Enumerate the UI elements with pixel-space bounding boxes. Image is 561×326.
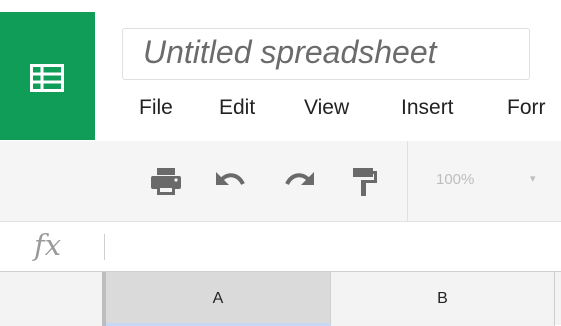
menu-edit[interactable]: Edit (219, 96, 255, 120)
menu-format[interactable]: Forr (507, 96, 546, 120)
redo-button[interactable] (282, 166, 318, 196)
select-all-corner[interactable] (0, 272, 106, 326)
paint-format-button[interactable] (346, 166, 382, 196)
paint-format-icon (353, 168, 377, 196)
undo-button[interactable] (212, 166, 248, 196)
formula-divider (104, 234, 105, 260)
redo-icon (285, 172, 314, 186)
fx-icon: fx (34, 228, 62, 262)
document-title: Untitled spreadsheet (143, 34, 437, 70)
column-headers: A B (0, 271, 561, 326)
document-title-field[interactable]: Untitled spreadsheet (122, 28, 530, 80)
menu-insert[interactable]: Insert (401, 96, 454, 120)
menu-view[interactable]: View (304, 96, 349, 120)
undo-icon (216, 172, 245, 186)
toolbar: 100% ▾ (0, 141, 561, 221)
column-header-b[interactable]: B (331, 272, 555, 326)
sheets-grid-icon (30, 64, 64, 92)
print-icon (151, 168, 181, 195)
toolbar-divider (407, 141, 408, 221)
menu-file[interactable]: File (139, 96, 173, 120)
formula-input[interactable] (112, 230, 552, 262)
zoom-select[interactable]: 100% (436, 171, 474, 188)
menu-bar: File Edit View Insert Forr (0, 96, 561, 130)
chevron-down-icon[interactable]: ▾ (530, 172, 536, 185)
column-header-a[interactable]: A (106, 272, 331, 326)
print-button[interactable] (148, 166, 184, 196)
formula-bar: fx (0, 221, 561, 271)
